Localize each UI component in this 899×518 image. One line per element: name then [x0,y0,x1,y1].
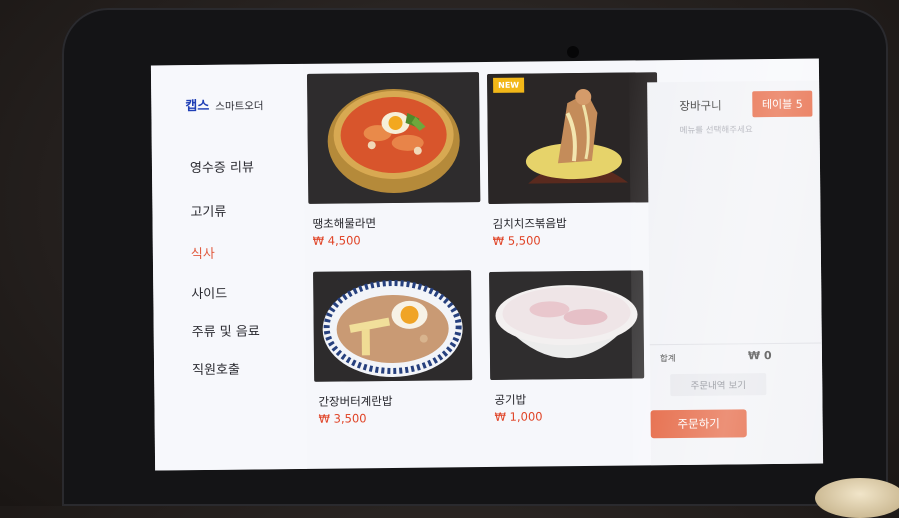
cart-empty-hint: 메뉴를 선택해주세요 [679,125,753,136]
sidebar-item-receipt-review[interactable]: 영수증 리뷰 [190,156,254,176]
menu-item-steamed-rice[interactable]: 공기밥 ₩ 1,000 [489,270,647,442]
menu-item-name: 공기밥 [494,392,527,407]
menu-item-name: 김치치즈볶음밥 [492,216,567,231]
place-order-button[interactable]: 주문하기 [650,409,747,439]
sidebar-item-meat[interactable]: 고기류 [190,201,226,220]
drink-cup [815,478,899,518]
egg-rice-bowl-icon [313,270,473,382]
brand-logo: 캡스 스마트오더 [185,94,263,114]
table-number-badge: 테이블 5 [752,90,813,118]
sidebar: 캡스 스마트오더 영수증 리뷰 고기류 식사 사이드 주류 및 음료 직원호출 [150,63,308,471]
menu-item-soy-butter-egg-rice[interactable]: 간장버터계란밥 ₩ 3,500 [313,270,475,442]
menu-item-name: 간장버터계란밥 [318,393,393,409]
menu-item-ramen[interactable]: 땡초해물라면 ₩ 4,500 [306,72,485,248]
cart-divider [649,342,822,346]
menu-item-name: 땡초해물라면 [312,216,377,231]
sidebar-item-side[interactable]: 사이드 [191,283,227,302]
brand-subtitle: 스마트오더 [215,100,264,113]
menu-item-kimchi-cheese-rice[interactable]: NEW 김치치즈볶음밥 ₩ 5,500 [487,72,661,248]
ramen-bowl-icon [306,72,481,204]
cart-title: 장바구니 [679,98,722,113]
brand-name: 캡스 [185,98,210,115]
sidebar-item-meals[interactable]: 식사 [191,243,215,262]
menu-item-price: ₩ 1,000 [494,409,543,424]
cart-panel: 장바구니 테이블 5 메뉴를 선택해주세요 합계 ₩ 0 주문내역 보기 주문하… [647,80,824,466]
menu-item-price: ₩ 4,500 [312,233,361,248]
screen: 캡스 스마트오더 영수증 리뷰 고기류 식사 사이드 주류 및 음료 직원호출 [150,58,824,471]
total-label: 합계 [659,354,676,365]
sidebar-item-call-staff[interactable]: 직원호출 [192,359,240,379]
sidebar-item-drinks[interactable]: 주류 및 음료 [192,320,260,340]
menu-item-price: ₩ 3,500 [318,411,367,426]
camera-lens [567,46,579,58]
new-badge: NEW [493,77,525,93]
order-history-button[interactable]: 주문내역 보기 [670,373,767,397]
total-value: ₩ 0 [747,349,772,363]
menu-item-price: ₩ 5,500 [492,233,541,248]
rice-bowl-icon [489,270,645,380]
